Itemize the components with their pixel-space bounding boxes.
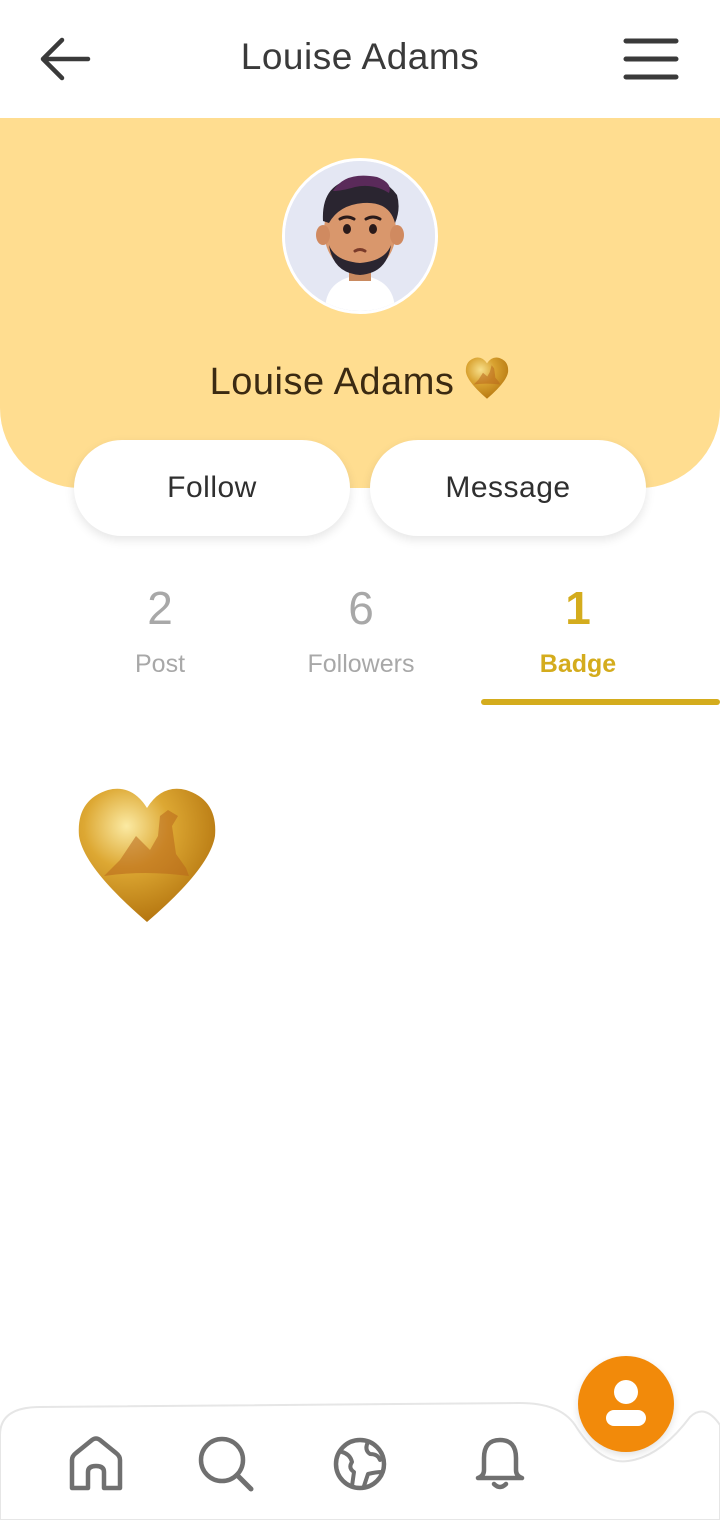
message-button-label: Message <box>445 471 571 504</box>
badge-count: 1 <box>565 582 591 634</box>
globe-icon <box>333 1437 387 1491</box>
nav-explore[interactable] <box>330 1434 390 1494</box>
profile-icon <box>606 1380 646 1426</box>
gold-heart-badge-icon <box>466 357 509 399</box>
top-app-bar: Louise Adams <box>0 0 720 119</box>
tab-badge[interactable]: 1 Badge <box>468 580 688 679</box>
search-icon <box>198 1436 254 1492</box>
page-title: Louise Adams <box>240 36 480 77</box>
avatar[interactable] <box>282 158 438 314</box>
hamburger-menu-icon <box>623 38 679 80</box>
followers-count: 6 <box>348 582 374 634</box>
bell-icon <box>475 1437 525 1490</box>
profile-fab-button[interactable] <box>578 1356 674 1452</box>
gold-heart-badge-icon[interactable] <box>74 784 220 926</box>
tab-followers[interactable]: 6 Followers <box>251 580 471 679</box>
menu-button[interactable] <box>620 34 682 84</box>
active-tab-indicator <box>481 699 720 705</box>
nav-notifications[interactable] <box>470 1434 530 1494</box>
avatar-image <box>285 161 435 311</box>
nav-home[interactable] <box>66 1434 126 1494</box>
follow-button-label: Follow <box>167 471 257 504</box>
profile-name-row: Louise Adams <box>0 356 720 404</box>
post-label: Post <box>134 650 186 678</box>
nav-search[interactable] <box>196 1434 256 1494</box>
badge-label: Badge <box>539 650 617 678</box>
profile-name: Louise Adams <box>209 361 455 403</box>
home-icon <box>69 1436 123 1491</box>
message-button[interactable]: Message <box>370 440 646 536</box>
post-count: 2 <box>147 582 173 634</box>
tab-post[interactable]: 2 Post <box>50 580 270 679</box>
followers-label: Followers <box>307 650 415 678</box>
follow-button[interactable]: Follow <box>74 440 350 536</box>
